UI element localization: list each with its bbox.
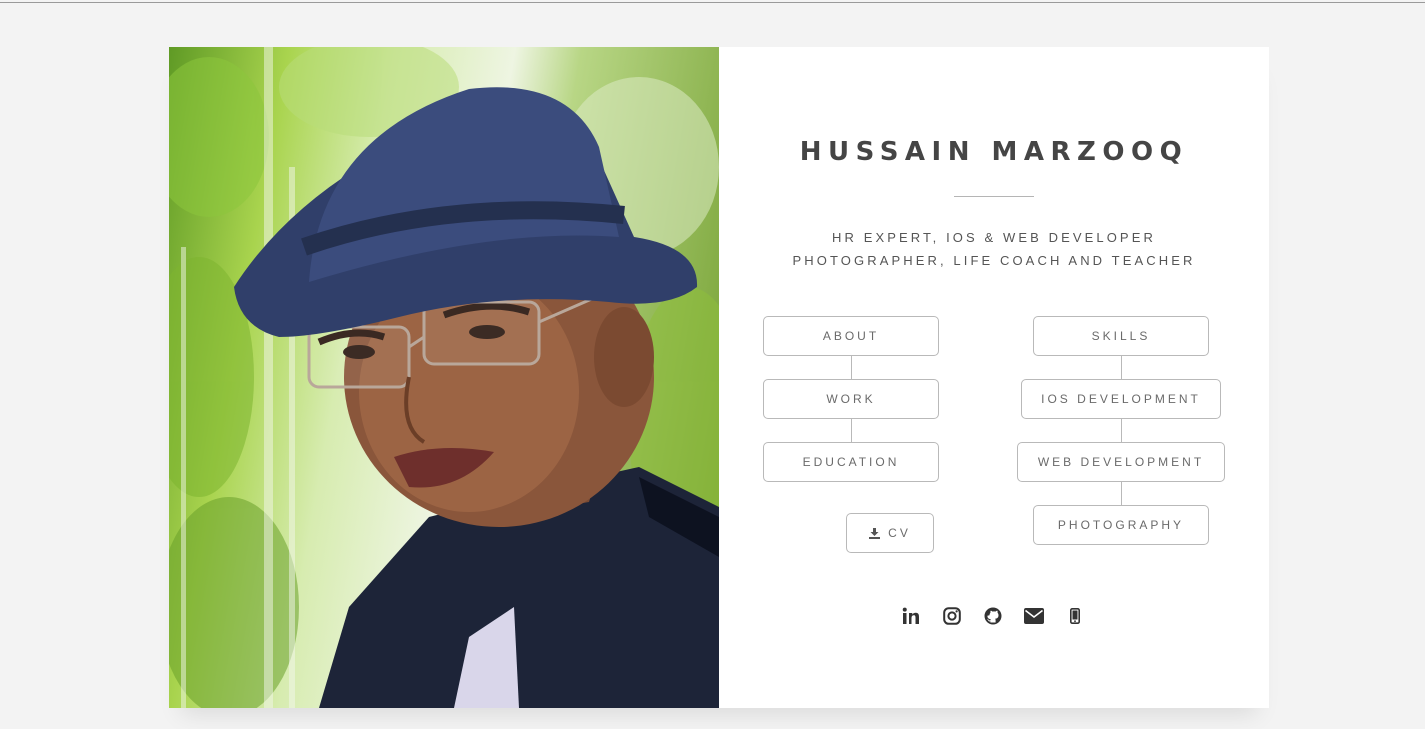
cv-download-button[interactable]: CV [846, 513, 934, 553]
ios-development-button[interactable]: IOS DEVELOPMENT [1021, 379, 1221, 419]
social-links [719, 604, 1269, 628]
connector-line [1121, 482, 1122, 505]
github-icon[interactable] [981, 604, 1005, 628]
info-panel: HUSSAIN MARZOOQ HR EXPERT, IOS & WEB DEV… [719, 47, 1269, 708]
subtitle-line-2: PHOTOGRAPHER, LIFE COACH AND TEACHER [792, 253, 1196, 268]
phone-icon[interactable] [1063, 604, 1087, 628]
connector-line [851, 419, 852, 442]
instagram-icon[interactable] [940, 604, 964, 628]
profile-card: HUSSAIN MARZOOQ HR EXPERT, IOS & WEB DEV… [169, 47, 1269, 708]
profile-name: HUSSAIN MARZOOQ [799, 137, 1189, 167]
download-icon [869, 527, 881, 539]
skills-button[interactable]: SKILLS [1033, 316, 1209, 356]
linkedin-icon[interactable] [899, 604, 923, 628]
connector-line [851, 356, 852, 379]
about-button[interactable]: ABOUT [763, 316, 939, 356]
work-button[interactable]: WORK [763, 379, 939, 419]
education-button[interactable]: EDUCATION [763, 442, 939, 482]
connector-line [1121, 419, 1122, 442]
cv-label: CV [888, 526, 911, 540]
connector-line [1121, 356, 1122, 379]
top-border-line [0, 2, 1425, 3]
subtitle-line-1: HR EXPERT, IOS & WEB DEVELOPER [832, 230, 1156, 245]
web-development-button[interactable]: WEB DEVELOPMENT [1017, 442, 1225, 482]
email-icon[interactable] [1022, 604, 1046, 628]
title-divider [954, 196, 1034, 197]
photography-button[interactable]: PHOTOGRAPHY [1033, 505, 1209, 545]
profile-photo [169, 47, 719, 708]
